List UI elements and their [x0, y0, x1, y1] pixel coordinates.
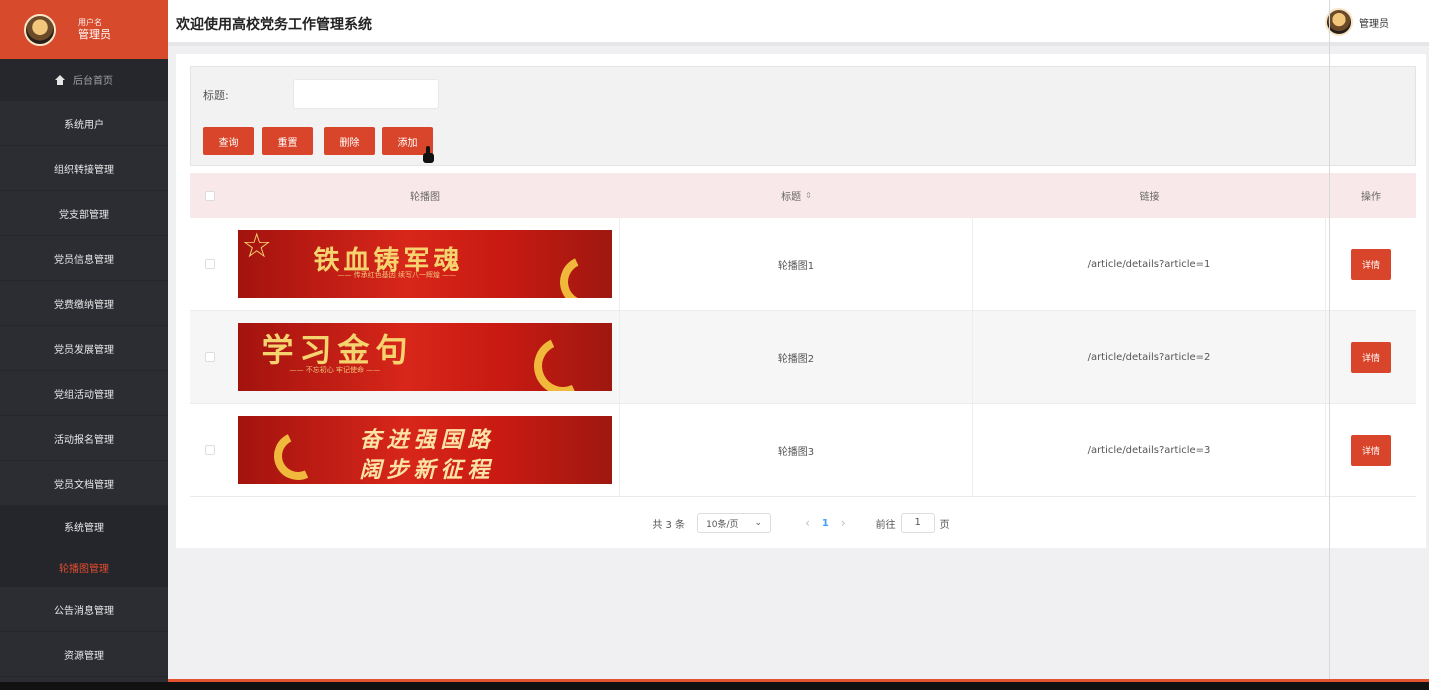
sidebar-item-activities[interactable]: 党组活动管理 — [0, 371, 168, 416]
next-page-icon[interactable]: › — [841, 516, 846, 530]
sidebar-item-org-transfer[interactable]: 组织转接管理 — [0, 146, 168, 191]
emblem-icon — [552, 248, 612, 298]
header-title[interactable]: 标题 ⇕ — [620, 173, 973, 218]
row-checkbox[interactable] — [205, 352, 215, 362]
pagination: 共 3 条 10条/页 ⌄ ‹ 1 › 前往 1 页 — [176, 513, 1426, 533]
page-title: 欢迎使用高校党务工作管理系统 — [176, 17, 372, 33]
star-icon: ☆ — [241, 230, 272, 266]
header-title-label: 标题 — [781, 192, 802, 203]
carousel-table: 轮播图 标题 ⇕ 链接 操作 ☆ 铁血铸军魂 —— 传承红色基因 续写八一辉煌 … — [190, 173, 1416, 497]
row-checkbox[interactable] — [205, 445, 215, 455]
select-all-checkbox[interactable] — [205, 190, 215, 201]
goto-page-input[interactable]: 1 — [900, 513, 935, 533]
sidebar-item-documents[interactable]: 党员文档管理 — [0, 461, 168, 506]
sidebar-item-development[interactable]: 党员发展管理 — [0, 326, 168, 371]
sidebar-group-system: 系统管理 轮播图管理 — [0, 506, 168, 587]
guide-line — [1329, 0, 1330, 690]
row-title: 轮播图3 — [620, 404, 973, 496]
top-user-menu[interactable]: 管理员 — [1325, 8, 1389, 36]
sidebar-item-resources[interactable]: 资源管理 — [0, 632, 168, 677]
screen-bottom-edge — [0, 682, 1429, 690]
sidebar-item-home[interactable]: 后台首页 — [0, 59, 168, 101]
banner-image-3: 奋进强国路 阔步新征程 — [237, 416, 612, 484]
row-checkbox[interactable] — [205, 259, 215, 269]
goto-label: 前往 — [875, 519, 896, 531]
sidebar: 用户名 管理员 后台首页 系统用户 组织转接管理 党支部管理 党员信息管理 党费… — [0, 0, 168, 690]
row-link: /article/details?article=2 — [973, 311, 1326, 403]
banner-subtitle: 阔步新征程 — [359, 457, 495, 483]
sidebar-item-label: 后台首页 — [73, 76, 113, 87]
sidebar-item-dues[interactable]: 党费缴纳管理 — [0, 281, 168, 326]
table-header: 轮播图 标题 ⇕ 链接 操作 — [190, 173, 1416, 218]
hand-cursor-icon — [423, 146, 435, 164]
detail-button[interactable]: 详情 — [1351, 434, 1391, 466]
title-label: 标题: — [203, 89, 229, 102]
sidebar-item-party-branch[interactable]: 党支部管理 — [0, 191, 168, 236]
row-title: 轮播图2 — [620, 311, 973, 403]
delete-button[interactable]: 删除 — [324, 127, 375, 155]
banner-subtitle: —— 不忘初心 牢记使命 —— — [289, 366, 381, 374]
sidebar-item-system-management[interactable]: 系统管理 — [0, 506, 168, 547]
sidebar-item-notices[interactable]: 公告消息管理 — [0, 587, 168, 632]
sort-icon[interactable]: ⇕ — [805, 191, 812, 200]
row-link: /article/details?article=3 — [973, 404, 1326, 496]
search-form: 标题: 查询 重置 删除 添加 — [190, 66, 1416, 166]
main-panel: 标题: 查询 重置 删除 添加 轮播图 标题 ⇕ 链接 操作 ☆ 铁血铸军魂 —… — [176, 54, 1426, 548]
sidebar-item-system-users[interactable]: 系统用户 — [0, 101, 168, 146]
user-name: 管理员 — [78, 27, 111, 41]
header-link: 链接 — [1139, 192, 1160, 203]
sidebar-user-box: 用户名 管理员 — [0, 0, 168, 59]
avatar[interactable] — [24, 13, 56, 46]
header-image: 轮播图 — [410, 192, 440, 203]
banner-title: 奋进强国路 — [359, 427, 495, 453]
banner-subtitle: —— 传承红色基因 续写八一辉煌 —— — [337, 271, 457, 279]
top-bar: 欢迎使用高校党务工作管理系统 管理员 — [168, 0, 1429, 46]
page-size-select[interactable]: 10条/页 ⌄ — [697, 513, 772, 533]
emblem-icon — [266, 425, 329, 484]
sidebar-item-registration[interactable]: 活动报名管理 — [0, 416, 168, 461]
page-suffix: 页 — [939, 519, 950, 531]
prev-page-icon[interactable]: ‹ — [805, 516, 810, 530]
pagination-jump: 前往 1 页 — [876, 513, 950, 533]
sidebar-item-member-info[interactable]: 党员信息管理 — [0, 236, 168, 281]
header-operation: 操作 — [1361, 192, 1381, 203]
row-link: /article/details?article=1 — [973, 218, 1326, 310]
table-row: 学习金句 —— 不忘初心 牢记使命 —— 轮播图2 /article/detai… — [190, 311, 1416, 404]
pagination-total: 共 3 条 — [652, 519, 686, 531]
detail-button[interactable]: 详情 — [1351, 248, 1391, 280]
pagination-current-page[interactable]: 1 — [822, 518, 829, 529]
banner-image-2: 学习金句 —— 不忘初心 牢记使命 —— — [237, 323, 612, 391]
sidebar-item-carousel[interactable]: 轮播图管理 — [0, 547, 168, 587]
table-row: 奋进强国路 阔步新征程 轮播图3 /article/details?articl… — [190, 404, 1416, 497]
page-size-value: 10条/页 — [706, 519, 739, 530]
reset-button[interactable]: 重置 — [262, 127, 313, 155]
chevron-down-icon: ⌄ — [754, 518, 763, 528]
row-title: 轮播图1 — [620, 218, 973, 310]
home-icon — [55, 74, 65, 85]
title-search-input[interactable] — [293, 79, 439, 109]
detail-button[interactable]: 详情 — [1351, 341, 1391, 373]
emblem-icon — [525, 328, 600, 391]
table-row: ☆ 铁血铸军魂 —— 传承红色基因 续写八一辉煌 —— 轮播图1 /articl… — [190, 218, 1416, 311]
user-label: 用户名 — [78, 18, 102, 28]
banner-image-1: ☆ 铁血铸军魂 —— 传承红色基因 续写八一辉煌 —— — [237, 230, 612, 298]
top-user-name: 管理员 — [1359, 18, 1389, 30]
query-button[interactable]: 查询 — [203, 127, 254, 155]
